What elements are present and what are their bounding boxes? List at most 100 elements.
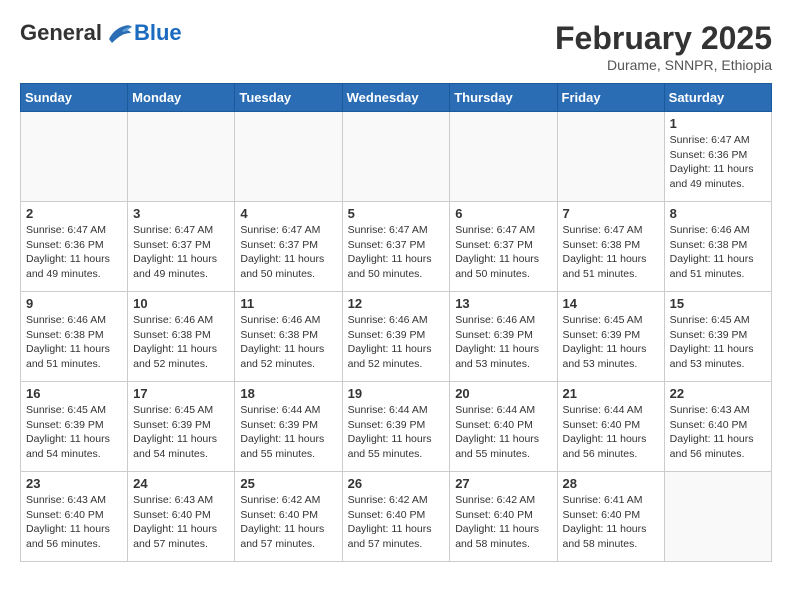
day-info: Sunrise: 6:47 AM Sunset: 6:36 PM Dayligh… xyxy=(670,133,766,192)
day-info: Sunrise: 6:42 AM Sunset: 6:40 PM Dayligh… xyxy=(348,493,445,552)
day-number: 1 xyxy=(670,116,766,131)
calendar-cell: 27 Sunrise: 6:42 AM Sunset: 6:40 PM Dayli… xyxy=(450,472,557,562)
column-header-monday: Monday xyxy=(128,84,235,112)
day-info: Sunrise: 6:42 AM Sunset: 6:40 PM Dayligh… xyxy=(455,493,551,552)
day-number: 4 xyxy=(240,206,336,221)
calendar-cell: 19Sunrise: 6:44 AM Sunset: 6:39 PM Dayli… xyxy=(342,382,450,472)
day-number: 10 xyxy=(133,296,229,311)
day-info: Sunrise: 6:44 AM Sunset: 6:40 PM Dayligh… xyxy=(455,403,551,462)
calendar-cell: 10 Sunrise: 6:46 AM Sunset: 6:38 PM Dayli… xyxy=(128,292,235,382)
month-year-title: February 2025 xyxy=(555,20,772,57)
calendar-cell: 4 Sunrise: 6:47 AM Sunset: 6:37 PM Daylig… xyxy=(235,202,342,292)
day-number: 15 xyxy=(670,296,766,311)
day-info: Sunrise: 6:46 AM Sunset: 6:38 PM Dayligh… xyxy=(670,223,766,282)
calendar-cell xyxy=(342,112,450,202)
calendar-cell: 9 Sunrise: 6:46 AM Sunset: 6:38 PM Daylig… xyxy=(21,292,128,382)
calendar-cell: 26 Sunrise: 6:42 AM Sunset: 6:40 PM Dayli… xyxy=(342,472,450,562)
calendar-cell: 12Sunrise: 6:46 AM Sunset: 6:39 PM Dayli… xyxy=(342,292,450,382)
calendar-week-row: 1 Sunrise: 6:47 AM Sunset: 6:36 PM Daylig… xyxy=(21,112,772,202)
calendar-week-row: 9 Sunrise: 6:46 AM Sunset: 6:38 PM Daylig… xyxy=(21,292,772,382)
day-number: 9 xyxy=(26,296,122,311)
logo-bird-icon xyxy=(104,21,134,46)
calendar-week-row: 16 Sunrise: 6:45 AM Sunset: 6:39 PM Dayli… xyxy=(21,382,772,472)
day-number: 18 xyxy=(240,386,336,401)
column-header-friday: Friday xyxy=(557,84,664,112)
calendar-cell: 15Sunrise: 6:45 AM Sunset: 6:39 PM Dayli… xyxy=(664,292,771,382)
day-info: Sunrise: 6:47 AM Sunset: 6:38 PM Dayligh… xyxy=(563,223,659,282)
day-number: 19 xyxy=(348,386,445,401)
day-info: Sunrise: 6:45 AM Sunset: 6:39 PM Dayligh… xyxy=(26,403,122,462)
calendar-cell: 7 Sunrise: 6:47 AM Sunset: 6:38 PM Daylig… xyxy=(557,202,664,292)
calendar-week-row: 2 Sunrise: 6:47 AM Sunset: 6:36 PM Daylig… xyxy=(21,202,772,292)
calendar-cell xyxy=(557,112,664,202)
day-info: Sunrise: 6:47 AM Sunset: 6:36 PM Dayligh… xyxy=(26,223,122,282)
day-number: 27 xyxy=(455,476,551,491)
day-number: 12 xyxy=(348,296,445,311)
calendar-cell: 28 Sunrise: 6:41 AM Sunset: 6:40 PM Dayli… xyxy=(557,472,664,562)
day-number: 28 xyxy=(563,476,659,491)
day-info: Sunrise: 6:43 AM Sunset: 6:40 PM Dayligh… xyxy=(26,493,122,552)
calendar-header-row: SundayMondayTuesdayWednesdayThursdayFrid… xyxy=(21,84,772,112)
calendar-week-row: 23 Sunrise: 6:43 AM Sunset: 6:40 PM Dayli… xyxy=(21,472,772,562)
day-info: Sunrise: 6:46 AM Sunset: 6:38 PM Dayligh… xyxy=(240,313,336,372)
day-number: 11 xyxy=(240,296,336,311)
calendar-cell: 6 Sunrise: 6:47 AM Sunset: 6:37 PM Daylig… xyxy=(450,202,557,292)
logo: General Blue xyxy=(20,20,182,46)
day-number: 23 xyxy=(26,476,122,491)
calendar-cell: 20 Sunrise: 6:44 AM Sunset: 6:40 PM Dayli… xyxy=(450,382,557,472)
day-info: Sunrise: 6:46 AM Sunset: 6:38 PM Dayligh… xyxy=(26,313,122,372)
day-info: Sunrise: 6:47 AM Sunset: 6:37 PM Dayligh… xyxy=(348,223,445,282)
day-info: Sunrise: 6:44 AM Sunset: 6:40 PM Dayligh… xyxy=(563,403,659,462)
day-number: 2 xyxy=(26,206,122,221)
calendar-cell: 8 Sunrise: 6:46 AM Sunset: 6:38 PM Daylig… xyxy=(664,202,771,292)
calendar-cell xyxy=(21,112,128,202)
column-header-sunday: Sunday xyxy=(21,84,128,112)
day-number: 17 xyxy=(133,386,229,401)
calendar-cell: 21 Sunrise: 6:44 AM Sunset: 6:40 PM Dayli… xyxy=(557,382,664,472)
location-subtitle: Durame, SNNPR, Ethiopia xyxy=(555,57,772,73)
calendar-cell: 3 Sunrise: 6:47 AM Sunset: 6:37 PM Daylig… xyxy=(128,202,235,292)
day-info: Sunrise: 6:46 AM Sunset: 6:39 PM Dayligh… xyxy=(455,313,551,372)
column-header-tuesday: Tuesday xyxy=(235,84,342,112)
calendar-cell: 22 Sunrise: 6:43 AM Sunset: 6:40 PM Dayli… xyxy=(664,382,771,472)
day-number: 16 xyxy=(26,386,122,401)
day-number: 8 xyxy=(670,206,766,221)
calendar-cell: 16 Sunrise: 6:45 AM Sunset: 6:39 PM Dayli… xyxy=(21,382,128,472)
calendar-cell xyxy=(664,472,771,562)
logo-blue-text: Blue xyxy=(134,20,182,46)
day-number: 13 xyxy=(455,296,551,311)
day-number: 3 xyxy=(133,206,229,221)
day-number: 21 xyxy=(563,386,659,401)
day-number: 25 xyxy=(240,476,336,491)
day-number: 26 xyxy=(348,476,445,491)
day-info: Sunrise: 6:47 AM Sunset: 6:37 PM Dayligh… xyxy=(455,223,551,282)
day-info: Sunrise: 6:44 AM Sunset: 6:39 PM Dayligh… xyxy=(240,403,336,462)
day-info: Sunrise: 6:47 AM Sunset: 6:37 PM Dayligh… xyxy=(240,223,336,282)
calendar-cell: 2 Sunrise: 6:47 AM Sunset: 6:36 PM Daylig… xyxy=(21,202,128,292)
day-info: Sunrise: 6:45 AM Sunset: 6:39 PM Dayligh… xyxy=(563,313,659,372)
calendar-cell: 14 Sunrise: 6:45 AM Sunset: 6:39 PM Dayli… xyxy=(557,292,664,382)
calendar-cell: 13 Sunrise: 6:46 AM Sunset: 6:39 PM Dayli… xyxy=(450,292,557,382)
day-number: 6 xyxy=(455,206,551,221)
calendar-cell: 23 Sunrise: 6:43 AM Sunset: 6:40 PM Dayli… xyxy=(21,472,128,562)
calendar-cell: 11 Sunrise: 6:46 AM Sunset: 6:38 PM Dayli… xyxy=(235,292,342,382)
day-number: 22 xyxy=(670,386,766,401)
day-number: 14 xyxy=(563,296,659,311)
day-info: Sunrise: 6:45 AM Sunset: 6:39 PM Dayligh… xyxy=(133,403,229,462)
day-number: 20 xyxy=(455,386,551,401)
calendar-cell: 5Sunrise: 6:47 AM Sunset: 6:37 PM Daylig… xyxy=(342,202,450,292)
calendar-table: SundayMondayTuesdayWednesdayThursdayFrid… xyxy=(20,83,772,562)
calendar-cell xyxy=(235,112,342,202)
day-info: Sunrise: 6:47 AM Sunset: 6:37 PM Dayligh… xyxy=(133,223,229,282)
day-number: 24 xyxy=(133,476,229,491)
day-number: 7 xyxy=(563,206,659,221)
column-header-wednesday: Wednesday xyxy=(342,84,450,112)
calendar-cell: 1 Sunrise: 6:47 AM Sunset: 6:36 PM Daylig… xyxy=(664,112,771,202)
day-info: Sunrise: 6:46 AM Sunset: 6:38 PM Dayligh… xyxy=(133,313,229,372)
calendar-cell xyxy=(128,112,235,202)
day-info: Sunrise: 6:43 AM Sunset: 6:40 PM Dayligh… xyxy=(670,403,766,462)
title-section: February 2025 Durame, SNNPR, Ethiopia xyxy=(555,20,772,73)
calendar-cell: 17 Sunrise: 6:45 AM Sunset: 6:39 PM Dayli… xyxy=(128,382,235,472)
day-info: Sunrise: 6:41 AM Sunset: 6:40 PM Dayligh… xyxy=(563,493,659,552)
column-header-saturday: Saturday xyxy=(664,84,771,112)
